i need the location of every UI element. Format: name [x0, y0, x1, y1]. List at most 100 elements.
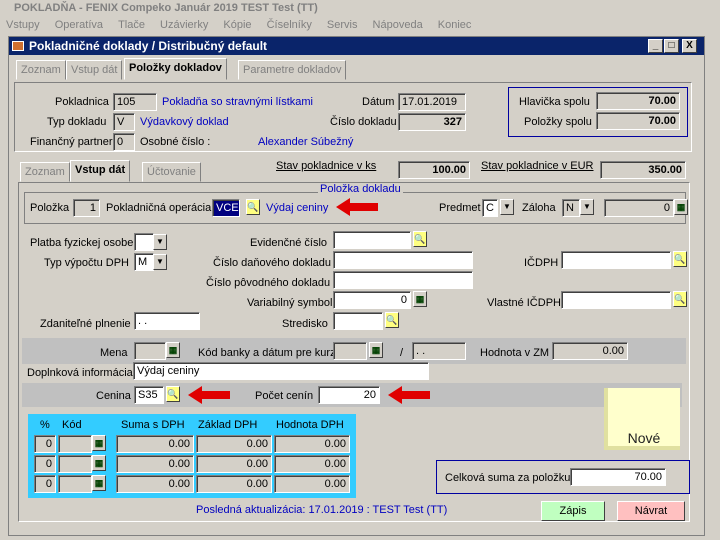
menu-item-napoveda[interactable]: Nápoveda	[373, 19, 423, 31]
cislo-povodneho-field[interactable]	[333, 271, 473, 289]
zaloha-dropdown[interactable]: ▼	[580, 199, 594, 215]
cenina-lookup-button[interactable]: 🔍	[166, 386, 180, 402]
dph-row3-zaklad[interactable]: 0.00	[196, 475, 272, 493]
icdph-label: IČDPH	[524, 257, 559, 269]
doplnkova-field[interactable]: Výdaj ceniny	[133, 362, 429, 380]
tab-zoznam[interactable]: Zoznam	[16, 60, 66, 80]
typ-dokladu-field[interactable]: V	[113, 113, 135, 131]
subtab-uctovanie[interactable]: Účtovanie	[142, 162, 201, 182]
dph-header-pct: %	[40, 419, 50, 431]
kod-banky-lookup-button[interactable]: ▦	[369, 342, 383, 358]
stredisko-field[interactable]	[333, 312, 383, 330]
maximize-button[interactable]: □	[664, 39, 679, 53]
stav-ks-label: Stav pokladnice v ks	[276, 160, 377, 172]
subtab-zoznam[interactable]: Zoznam	[20, 162, 70, 182]
slash-separator: /	[400, 347, 404, 359]
close-button[interactable]: X	[682, 39, 697, 53]
zdanitelne-plnenie-field[interactable]: . .	[134, 312, 200, 330]
dph-row3-kod[interactable]	[58, 475, 92, 493]
dph-row1-kod[interactable]	[58, 435, 92, 453]
pokladnicna-operacia-field[interactable]: VCE	[212, 199, 240, 217]
predmet-label: Predmet	[439, 202, 481, 214]
evidencne-lookup-button[interactable]: 🔍	[413, 231, 427, 247]
mena-field[interactable]	[134, 342, 166, 360]
vlastne-icdph-field[interactable]	[561, 291, 671, 309]
zaloha-label: Záloha	[522, 202, 556, 214]
evidencne-cislo-field[interactable]	[333, 231, 411, 249]
tab-parametre-dokladov[interactable]: Parametre dokladov	[238, 60, 347, 80]
kod-banky-field[interactable]	[333, 342, 367, 360]
operacia-lookup-button[interactable]: 🔍	[246, 199, 260, 215]
stredisko-lookup-button[interactable]: 🔍	[385, 312, 399, 328]
dph-row1-pct[interactable]: 0	[34, 435, 56, 453]
dph-row2-hodnota[interactable]: 0.00	[274, 455, 350, 473]
kurz-date-field[interactable]: . .	[412, 342, 466, 360]
dph-row1-hodnota[interactable]: 0.00	[274, 435, 350, 453]
menu-item-uzavierky[interactable]: Uzávierky	[160, 19, 208, 31]
dph-row1-suma[interactable]: 0.00	[116, 435, 194, 453]
dph-row2-zaklad[interactable]: 0.00	[196, 455, 272, 473]
datum-field[interactable]: 17.01.2019	[398, 93, 466, 111]
pokladnica-desc: Pokladňa so stravnými lístkami	[162, 96, 313, 108]
varsym-lookup-button[interactable]: ▦	[413, 291, 427, 307]
zaloha-field[interactable]: N	[562, 199, 580, 217]
menu-item-kopie[interactable]: Kópie	[223, 19, 251, 31]
dph-row3-lookup[interactable]: ▦	[92, 475, 106, 491]
hlavicka-spolu-label: Hlavička spolu	[519, 96, 590, 108]
mena-lookup-button[interactable]: ▦	[166, 342, 180, 358]
arrow-icon-cenina	[188, 386, 230, 404]
polozka-field[interactable]: 1	[73, 199, 100, 217]
variabilny-symbol-field[interactable]: 0	[333, 291, 411, 309]
evidencne-cislo-label: Evidenčné číslo	[250, 237, 328, 249]
dph-row2-suma[interactable]: 0.00	[116, 455, 194, 473]
menu-item-tlace[interactable]: Tlače	[118, 19, 145, 31]
stav-eur-field: 350.00	[600, 161, 686, 179]
polozky-spolu-field: 70.00	[596, 112, 680, 130]
dph-row2-kod[interactable]	[58, 455, 92, 473]
menu-item-vstupy[interactable]: Vstupy	[6, 19, 40, 31]
menu-item-koniec[interactable]: Koniec	[438, 19, 472, 31]
zaloha-num-field[interactable]: 0	[604, 199, 674, 217]
tab-polozky-dokladov[interactable]: Položky dokladov	[124, 58, 227, 80]
zapis-button[interactable]: Zápis	[541, 501, 605, 521]
tab-vstup-dat[interactable]: Vstup dát	[66, 60, 123, 80]
subtab-vstup-dat[interactable]: Vstup dát	[70, 160, 131, 182]
minimize-button[interactable]: _	[648, 39, 663, 53]
cislo-dokladu-label: Číslo dokladu	[330, 116, 397, 128]
predmet-dropdown[interactable]: ▼	[500, 199, 514, 215]
cenina-field[interactable]: S35	[134, 386, 164, 404]
dph-row2-pct[interactable]: 0	[34, 455, 56, 473]
dph-row3-suma[interactable]: 0.00	[116, 475, 194, 493]
vlastne-icdph-lookup-button[interactable]: 🔍	[673, 291, 687, 307]
icdph-field[interactable]	[561, 251, 671, 269]
financny-partner-field[interactable]: 0	[113, 133, 135, 151]
navrat-button[interactable]: Návrat	[617, 501, 685, 521]
zaloha-lookup-button[interactable]: ▦	[674, 199, 688, 215]
dph-header-hodnota: Hodnota DPH	[276, 419, 344, 431]
icdph-lookup-button[interactable]: 🔍	[673, 251, 687, 267]
menu-item-servis[interactable]: Servis	[327, 19, 358, 31]
pocet-cenin-field[interactable]: 20	[318, 386, 380, 404]
osobne-cislo-label: Osobné číslo :	[140, 136, 211, 148]
sticky-note: Nové	[604, 388, 680, 450]
dph-row1-zaklad[interactable]: 0.00	[196, 435, 272, 453]
menu-item-ciselniky[interactable]: Číselníky	[267, 19, 312, 31]
dph-row1-lookup[interactable]: ▦	[92, 435, 106, 451]
cenina-label: Cenina	[96, 390, 131, 402]
predmet-field[interactable]: C	[482, 199, 498, 217]
dph-row2-lookup[interactable]: ▦	[92, 455, 106, 471]
cislo-dokladu-field[interactable]: 327	[398, 113, 466, 131]
menu-item-operativa[interactable]: Operatíva	[55, 19, 103, 31]
typ-dokladu-desc: Výdavkový doklad	[140, 116, 229, 128]
typ-dph-dropdown[interactable]: ▼	[153, 254, 167, 270]
hodnota-zm-field: 0.00	[552, 342, 628, 360]
pokladnica-label: Pokladnica	[55, 96, 109, 108]
pokladnicna-operacia-label: Pokladničná operácia	[106, 202, 212, 214]
dph-row3-pct[interactable]: 0	[34, 475, 56, 493]
dph-row3-hodnota[interactable]: 0.00	[274, 475, 350, 493]
pokladnica-field[interactable]: 105	[113, 93, 157, 111]
typ-dph-field[interactable]: M	[134, 253, 154, 271]
platba-field[interactable]	[134, 233, 154, 251]
platba-dropdown[interactable]: ▼	[153, 234, 167, 250]
cislo-danoveho-field[interactable]	[333, 251, 473, 269]
